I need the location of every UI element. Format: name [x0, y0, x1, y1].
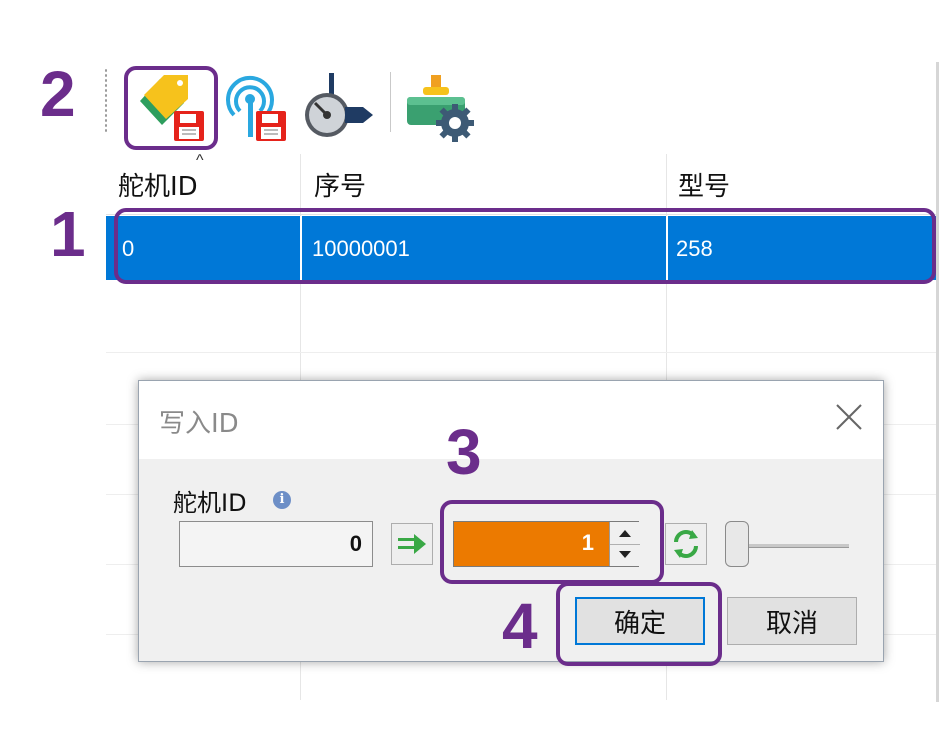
copy-to-new-button[interactable] [391, 523, 433, 565]
servo-id-label: 舵机ID [173, 489, 247, 517]
refresh-icon [674, 530, 698, 558]
column-header-servo-id[interactable]: 舵机ID [118, 166, 198, 203]
current-id-value: 0 [349, 531, 362, 556]
current-id-field: 0 [179, 521, 373, 567]
annotation-4: 4 [502, 590, 538, 662]
antenna-save-icon [226, 75, 286, 141]
info-icon: i [273, 491, 291, 509]
dialog-titlebar[interactable] [139, 381, 883, 459]
servo-settings-button[interactable] [398, 70, 484, 146]
column-header-model[interactable]: 型号 [678, 166, 730, 203]
toolbar-grip[interactable] [104, 68, 108, 134]
annotation-3: 3 [446, 416, 482, 488]
write-wireless-button[interactable] [214, 68, 294, 146]
annotation-1: 1 [50, 198, 86, 270]
annotation-box-3 [440, 500, 664, 584]
grid-scroll-edge [936, 62, 939, 702]
column-header-serial[interactable]: 序号 [314, 166, 366, 203]
close-icon [836, 404, 862, 430]
id-slider-track[interactable] [741, 544, 849, 548]
toolbar-separator [390, 72, 391, 132]
annotation-2: 2 [40, 58, 76, 130]
cancel-button[interactable]: 取消 [727, 597, 857, 645]
refresh-button[interactable] [665, 523, 707, 565]
dialog-close-button[interactable] [829, 397, 869, 437]
id-slider-thumb[interactable] [725, 521, 749, 567]
annotation-box-2 [124, 66, 218, 150]
annotation-box-4 [556, 582, 722, 666]
servo-calibrate-button[interactable] [296, 68, 380, 146]
row-divider [106, 352, 936, 353]
motor-gear-icon [407, 75, 474, 142]
dialog-title: 写入ID [159, 409, 239, 439]
sort-ascending-icon: ^ [196, 152, 204, 169]
servo-horn-icon [305, 73, 373, 137]
annotation-box-1 [114, 208, 936, 284]
arrow-right-icon [398, 534, 426, 554]
